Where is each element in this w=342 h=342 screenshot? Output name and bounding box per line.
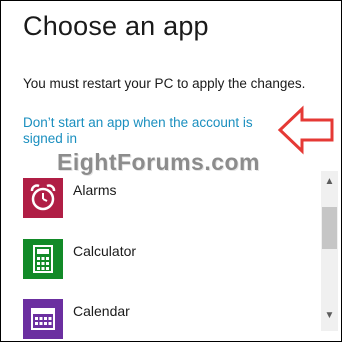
- list-item-calendar[interactable]: Calendar: [23, 299, 313, 341]
- app-label-calendar: Calendar: [73, 303, 130, 319]
- dont-start-app-link[interactable]: Don’t start an app when the account is s…: [23, 115, 285, 147]
- app-label-alarms: Alarms: [73, 182, 117, 198]
- restart-message: You must restart your PC to apply the ch…: [23, 76, 306, 91]
- panel-title: Choose an app: [23, 11, 209, 41]
- app-label-calculator: Calculator: [73, 243, 137, 259]
- scrollbar-thumb[interactable]: [322, 207, 337, 249]
- list-item-calculator[interactable]: Calculator: [23, 239, 313, 283]
- calculator-icon: [23, 239, 63, 279]
- alarm-clock-icon: [23, 178, 63, 218]
- red-arrow-annotation-icon: [277, 105, 334, 155]
- calendar-icon: [23, 299, 63, 339]
- scroll-down-icon[interactable]: ▼: [321, 309, 338, 323]
- scroll-up-icon[interactable]: ▲: [321, 175, 338, 189]
- watermark-logo: EightForums.com: [57, 149, 261, 175]
- choose-app-panel: Choose an app You must restart your PC t…: [0, 0, 342, 342]
- app-list-scrollbar[interactable]: ▲ ▼: [321, 171, 338, 331]
- list-item-alarms[interactable]: Alarms: [23, 178, 313, 222]
